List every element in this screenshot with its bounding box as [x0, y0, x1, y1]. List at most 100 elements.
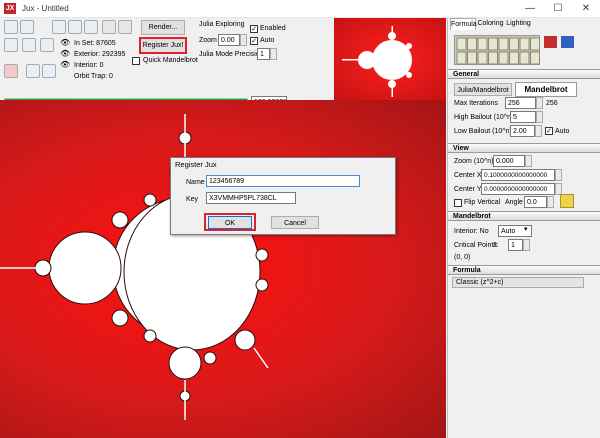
auto-zoom-checkbox[interactable]: [250, 37, 258, 45]
low-bailout-auto-checkbox[interactable]: [545, 127, 553, 135]
tab-lighting[interactable]: Lighting: [505, 18, 532, 30]
max-iterations-input[interactable]: 256: [505, 97, 536, 109]
key-input[interactable]: X3VMMHP5PL738CL: [206, 192, 296, 204]
formula-preset-icon[interactable]: [488, 51, 498, 65]
zoom-icon[interactable]: [42, 64, 56, 78]
julia-mandelbrot-button[interactable]: Julia/Mandelbrot: [454, 83, 512, 96]
close-button[interactable]: ✕: [572, 0, 600, 18]
formula-preset-icon[interactable]: [456, 37, 467, 51]
zoom-input[interactable]: 0.00: [218, 34, 240, 46]
low-bailout-input[interactable]: 2.00: [510, 125, 535, 137]
settings-icon[interactable]: [68, 20, 82, 34]
critical-point-coords: (0, 0): [454, 254, 471, 261]
view-zoom-input[interactable]: 0.000: [493, 155, 525, 167]
formula-preset-icon[interactable]: [509, 51, 519, 65]
formula-value[interactable]: Classic (z^2+c): [452, 277, 584, 288]
window-title: Jux - Untitled: [22, 4, 69, 13]
angle-input[interactable]: 0.0: [524, 196, 547, 208]
render-button[interactable]: Render...: [141, 20, 185, 35]
tab-formula[interactable]: Formula: [450, 18, 477, 30]
eye-icon: 👁: [60, 38, 71, 47]
center-x-spinner[interactable]: [555, 169, 562, 181]
zoom-label: Zoom: [199, 37, 217, 44]
exterior-stat: Exterior: 292395: [74, 51, 126, 58]
chevron-down-icon[interactable]: ▾: [524, 225, 528, 233]
fractal-preview[interactable]: [334, 18, 446, 100]
copy-icon[interactable]: [84, 20, 98, 34]
high-bailout-spinner[interactable]: [536, 111, 543, 123]
fractal-tool-icon[interactable]: [544, 36, 557, 48]
undo-icon[interactable]: [102, 20, 116, 34]
center-y-input[interactable]: 0.0000000000000000: [481, 183, 555, 195]
image-icon[interactable]: [4, 38, 18, 52]
critical-point-spinner[interactable]: [523, 239, 530, 251]
formula-preset-icon[interactable]: [530, 37, 540, 51]
redo-icon[interactable]: [118, 20, 132, 34]
formula-preset-icon[interactable]: [488, 37, 498, 51]
formula-preset-icon[interactable]: [477, 51, 488, 65]
julia-precision-input[interactable]: 1: [257, 48, 270, 60]
enabled-checkbox[interactable]: [250, 25, 258, 33]
formula-preset-icon[interactable]: [530, 51, 540, 65]
formula-preset-icon[interactable]: [467, 51, 477, 65]
open-file-icon[interactable]: [20, 20, 34, 34]
name-label: Name: [186, 179, 205, 186]
dialog-title: Register Jux: [175, 160, 217, 169]
new-file-icon[interactable]: [4, 20, 18, 34]
critical-point-input[interactable]: 1: [508, 239, 523, 251]
formula-header: Formula: [448, 265, 600, 275]
flip-vertical-checkbox[interactable]: [454, 199, 462, 207]
crosshair-icon[interactable]: [26, 64, 40, 78]
app-icon: JX: [4, 3, 16, 14]
angle-spinner[interactable]: [547, 196, 554, 208]
angle-label: Angle: [505, 199, 523, 206]
julia-exploring-label: Julia Exploring: [199, 21, 245, 28]
quick-mandelbrot-checkbox[interactable]: [132, 57, 140, 65]
general-header: General: [448, 69, 600, 79]
view-zoom-label: Zoom (10^n): [454, 158, 494, 165]
critical-points-count: 2: [493, 242, 497, 249]
low-bailout-label: Low Bailout (10^n): [454, 128, 512, 135]
enabled-label: Enabled: [260, 25, 286, 32]
formula-preset-icon[interactable]: [509, 37, 519, 51]
stop-icon[interactable]: [4, 64, 18, 78]
in-set-stat: In Set: 87605: [74, 40, 116, 47]
maximize-button[interactable]: ☐: [544, 0, 572, 18]
max-iterations-spinner[interactable]: [536, 97, 543, 109]
register-button[interactable]: Register Jux!: [139, 37, 187, 54]
auto-zoom-label: Auto: [260, 37, 275, 44]
view-zoom-spinner[interactable]: [525, 155, 532, 167]
save-icon[interactable]: [52, 20, 66, 34]
formula-preset-icon[interactable]: [498, 51, 509, 65]
formula-presets[interactable]: [454, 35, 540, 65]
formula-preset-icon[interactable]: [519, 51, 530, 65]
cancel-button[interactable]: Cancel: [271, 216, 319, 229]
formula-preset-icon[interactable]: [519, 37, 530, 51]
key-label: Key: [186, 196, 199, 203]
flip-vertical-label: Flip Vertical: [464, 199, 501, 206]
mandelbrot-header: Mandelbrot: [448, 211, 600, 221]
tab-coloring[interactable]: Coloring: [477, 18, 504, 30]
mode-display: Mandelbrot: [515, 82, 577, 97]
low-bailout-auto-label: Auto: [555, 128, 570, 135]
help-icon[interactable]: [22, 38, 36, 52]
center-x-input[interactable]: 0.1000000000000000: [481, 169, 555, 181]
info-icon[interactable]: [40, 38, 54, 52]
quick-mandelbrot-label: Quick Mandelbrot: [143, 57, 198, 64]
zoom-spinner[interactable]: [240, 34, 247, 46]
fractal-tool-icon[interactable]: [561, 36, 574, 48]
eye-icon: 👁: [60, 49, 71, 58]
formula-preset-icon[interactable]: [456, 51, 467, 65]
broom-icon[interactable]: [560, 194, 574, 208]
julia-precision-spinner[interactable]: [270, 48, 277, 60]
low-bailout-spinner[interactable]: [535, 125, 542, 137]
high-bailout-input[interactable]: 5: [510, 111, 536, 123]
view-header: View: [448, 143, 600, 153]
formula-preset-icon[interactable]: [477, 37, 488, 51]
formula-preset-icon[interactable]: [467, 37, 477, 51]
fractal-canvas[interactable]: [0, 100, 446, 438]
name-input[interactable]: 123456789: [206, 175, 360, 187]
ok-button[interactable]: OK: [208, 216, 252, 229]
formula-preset-icon[interactable]: [498, 37, 509, 51]
minimize-button[interactable]: —: [516, 0, 544, 18]
